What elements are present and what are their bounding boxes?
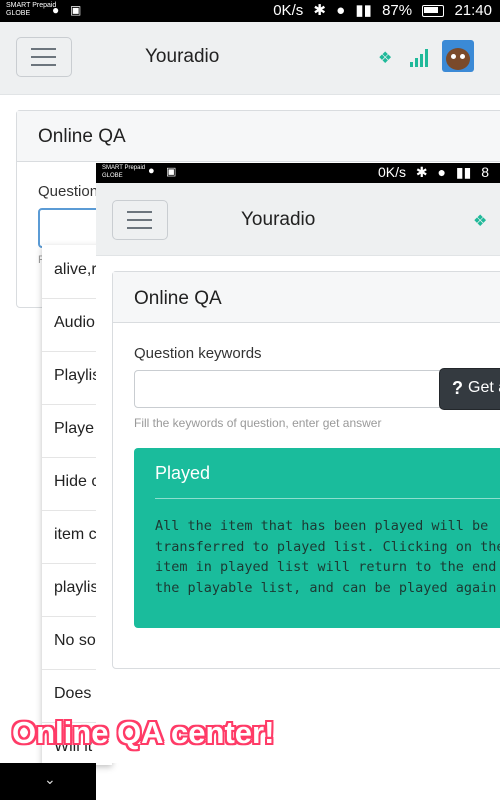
inner-menu-button[interactable]: [112, 200, 168, 240]
get-answer-button[interactable]: ? Get a: [439, 368, 500, 410]
question-keywords-label: Question keywords: [134, 345, 262, 362]
menu-icon: [31, 48, 56, 50]
notification-bulb-icon: ●: [52, 3, 60, 17]
signal-icon: ▮▮: [455, 164, 472, 180]
inner-battery-fragment: 8: [481, 164, 489, 180]
wifi-icon: ●: [336, 2, 346, 19]
answer-title: Played: [155, 463, 211, 483]
inner-status-bar: SMART Prepaid GLOBE ● ▣ 0K/s ✱ ● ▮▮ 8: [96, 163, 500, 183]
menu-icon: [127, 211, 152, 213]
chat-icon[interactable]: ❖: [378, 48, 392, 68]
brand-title[interactable]: Youradio: [145, 46, 219, 68]
wifi-icon: ●: [437, 164, 446, 180]
bottom-nav-bar: ⌄: [0, 763, 96, 800]
network-speed: 0K/s: [273, 2, 304, 19]
avatar[interactable]: [442, 40, 474, 72]
navbar: Youradio ❖: [0, 22, 500, 95]
answer-panel: Played All the item that has been played…: [134, 448, 500, 628]
answer-divider: [155, 498, 500, 499]
help-text: Fill the keywords of question, enter get…: [134, 416, 382, 430]
chat-icon[interactable]: ❖: [473, 211, 487, 231]
question-icon: ?: [452, 378, 463, 398]
inner-qa-card: Online QA Question keywords ? Get a Fill…: [112, 271, 500, 669]
clock: 21:40: [454, 2, 492, 19]
menu-button[interactable]: [16, 37, 72, 77]
question-keywords-input[interactable]: [134, 370, 442, 408]
battery-percent: 87%: [382, 2, 413, 19]
inner-navbar: Youradio ❖: [96, 183, 500, 256]
inner-card-header: Online QA: [113, 272, 500, 323]
notification-bulb-icon: ●: [148, 165, 155, 177]
card-header: Online QA: [17, 111, 500, 162]
inner-carrier-label: SMART Prepaid GLOBE: [102, 165, 146, 179]
signal-strength-icon[interactable]: [410, 49, 430, 67]
card-title: Online QA: [38, 126, 126, 147]
image-notification-icon: ▣: [166, 166, 177, 178]
inner-card-title: Online QA: [134, 288, 222, 309]
inner-network-speed: 0K/s: [378, 164, 407, 180]
battery-icon: [422, 5, 445, 18]
bluetooth-icon: ✱: [313, 2, 326, 19]
chevron-down-icon[interactable]: ⌄: [44, 771, 56, 788]
image-notification-icon: ▣: [70, 3, 82, 17]
inner-screenshot: SMART Prepaid GLOBE ● ▣ 0K/s ✱ ● ▮▮ 8 Yo…: [96, 163, 500, 763]
inner-brand-title[interactable]: Youradio: [241, 209, 315, 231]
signal-icon: ▮▮: [355, 2, 372, 19]
get-answer-label: Get a: [468, 379, 500, 396]
status-bar: SMART Prepaid GLOBE ● ▣ 0K/s ✱ ● ▮▮ 87% …: [0, 0, 500, 22]
promo-banner: Online QA center!: [12, 715, 275, 750]
answer-body: All the item that has been played will b…: [155, 518, 500, 596]
carrier-label: SMART Prepaid GLOBE: [6, 2, 57, 17]
bluetooth-icon: ✱: [415, 164, 428, 180]
question-label: Question: [38, 183, 99, 200]
